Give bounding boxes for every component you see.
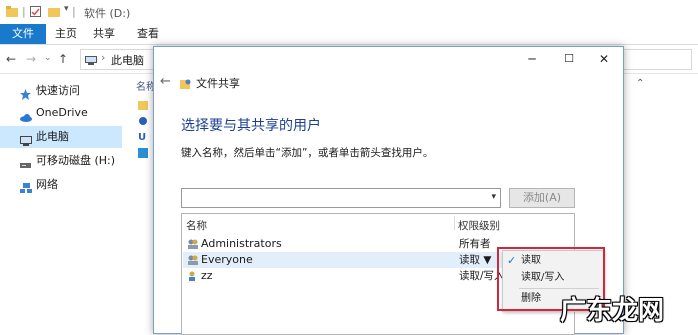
back-arrow-icon[interactable]: ← [6,52,16,66]
navigation-pane: 快速访问 OneDrive 此电脑 可移动磁盘 (H:) 网络 [0,74,122,332]
users-group-icon [187,239,198,249]
sidebar-item-onedrive[interactable]: OneDrive [0,102,122,124]
sidebar-item-label: 此电脑 [36,130,69,143]
divider: | [72,5,76,18]
app-icon[interactable] [138,148,148,161]
cloud-icon [20,108,32,122]
column-divider [454,216,455,230]
dialog-title: 文件共享 [196,77,240,90]
network-icon [20,180,32,193]
forward-arrow-icon[interactable]: → [26,52,36,66]
app-icon[interactable]: U [138,132,146,143]
user-icon [187,271,197,281]
computer-icon [20,132,32,146]
recent-locations-icon[interactable]: ⌄ [44,53,52,63]
column-header-name[interactable]: 名称 [186,218,207,233]
user-name: Administrators [201,237,282,250]
user-name-combobox[interactable]: ▾ [181,188,501,208]
sidebar-item-removable-disk[interactable]: 可移动磁盘 (H:) [0,150,122,172]
chevron-down-icon[interactable]: ▾ [491,192,496,202]
minimize-icon[interactable]: ─ [524,51,540,67]
tab-share[interactable]: 共享 [86,24,122,44]
ribbon-tabs: 文件 主页 共享 查看 [0,24,698,45]
dialog-heading: 选择要与其共享的用户 [181,118,321,134]
maximize-icon[interactable]: ☐ [561,51,577,67]
user-name: Everyone [201,253,253,266]
explorer-title-bar: | ▾ | 软件 (D:) [0,0,698,24]
breadcrumb-this-pc[interactable]: 此电脑 [111,52,144,68]
breadcrumb-separator-icon: › [101,51,106,64]
user-name: zz [201,269,213,282]
up-arrow-icon[interactable]: ↑ [58,52,68,66]
users-group-icon [187,255,198,265]
permission-dropdown[interactable]: 读取 ▼ [459,252,491,268]
usb-drive-icon [20,156,31,168]
tab-view[interactable]: 查看 [130,24,166,44]
watermark-text: 广东龙网 [560,296,665,326]
folder-icon [6,6,18,17]
folder-icon[interactable] [138,100,148,113]
app-icon[interactable] [138,116,148,129]
share-users-icon [180,78,192,89]
new-folder-icon[interactable] [48,6,60,17]
sidebar-item-label: OneDrive [36,106,88,119]
sidebar-item-network[interactable]: 网络 [0,174,122,196]
back-arrow-icon[interactable]: ← [160,74,171,89]
customize-toolbar-icon[interactable]: ▾ [64,4,69,14]
permission-level: 所有者 [459,238,491,250]
tab-file[interactable]: 文件 [0,24,46,44]
properties-icon[interactable] [30,6,42,17]
star-icon [20,86,31,100]
dialog-instruction: 键入名称，然后单击“添加”，或者单击箭头查找用户。 [181,147,434,159]
chevron-up-icon[interactable]: ⌃ [636,78,644,89]
divider: | [22,5,26,18]
sidebar-item-quick-access[interactable]: 快速访问 [0,80,122,102]
close-icon[interactable]: ✕ [596,51,612,67]
add-button[interactable]: 添加(A) [509,188,575,208]
sidebar-item-this-pc[interactable]: 此电脑 [0,126,122,148]
sidebar-item-label: 快速访问 [36,84,80,97]
window-title: 软件 (D:) [84,7,131,20]
sidebar-item-label: 网络 [36,178,58,191]
column-header-permission[interactable]: 权限级别 [458,218,500,233]
tab-home[interactable]: 主页 [48,24,84,44]
computer-small-icon [85,55,97,68]
sidebar-item-label: 可移动磁盘 (H:) [36,154,116,167]
